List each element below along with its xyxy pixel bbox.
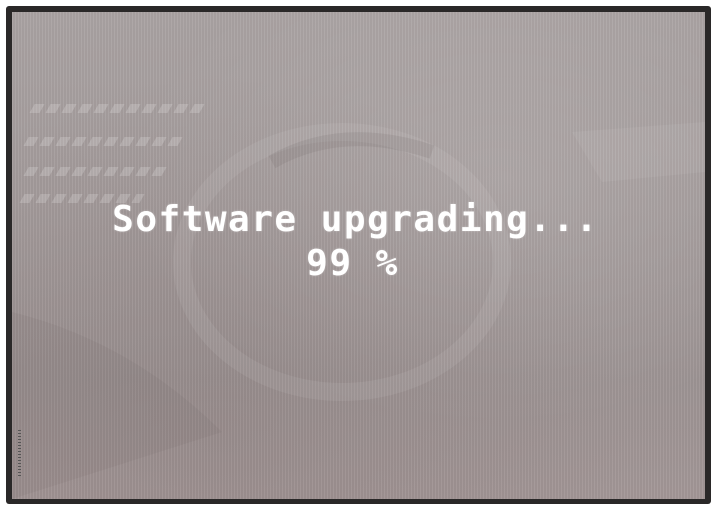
reflection-stripe — [23, 137, 189, 146]
display-screen: Software upgrading... 99 % — [12, 12, 705, 499]
reflection-stripe — [23, 167, 169, 176]
status-text: Software upgrading... — [112, 199, 599, 240]
upgrade-message: Software upgrading... 99 % — [12, 198, 705, 286]
progress-percentage: 99 % — [306, 243, 399, 284]
reflection-stripe — [29, 104, 205, 113]
device: Software upgrading... 99 % — [0, 0, 717, 510]
edge-mark — [18, 430, 21, 478]
